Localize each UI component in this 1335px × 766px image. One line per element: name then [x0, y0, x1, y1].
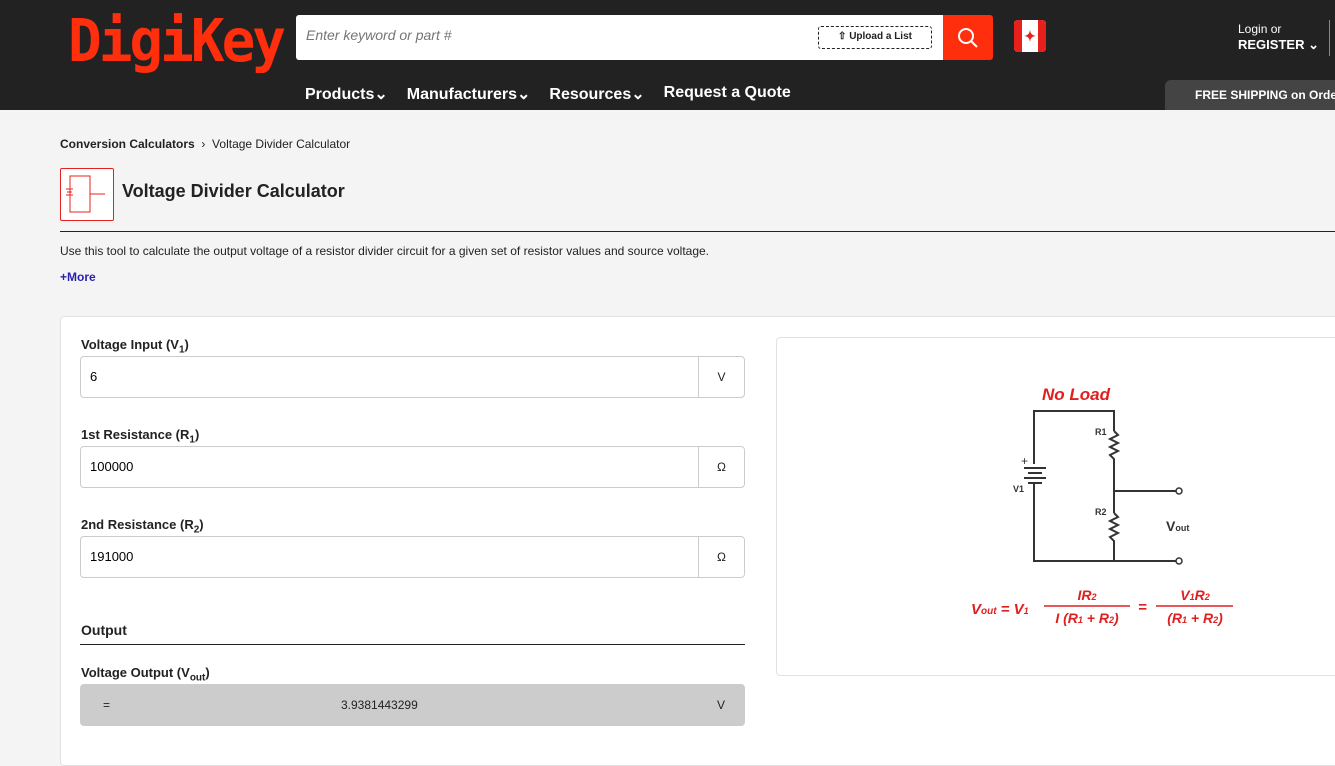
output-heading: Output: [81, 622, 127, 638]
svg-text:R1: R1: [1095, 427, 1107, 437]
nav-manufacturers[interactable]: Manufacturers⌄: [407, 84, 531, 104]
free-shipping-banner[interactable]: FREE SHIPPING on Orders: [1165, 80, 1335, 110]
breadcrumb: Conversion Calculators › Voltage Divider…: [60, 137, 351, 151]
search-input[interactable]: [306, 27, 806, 43]
digikey-logo[interactable]: DigiKey: [68, 10, 286, 74]
upload-icon: ⇧: [838, 31, 850, 42]
vout-output: = 3.9381443299 V: [80, 684, 745, 726]
page-description: Use this tool to calculate the output vo…: [60, 244, 710, 258]
voltage-input[interactable]: [90, 369, 670, 384]
breadcrumb-current: Voltage Divider Calculator: [212, 137, 351, 151]
r2-input[interactable]: [90, 549, 670, 564]
nav-products[interactable]: Products⌄: [305, 84, 388, 104]
chevron-down-icon: ⌄: [1304, 37, 1319, 52]
nav-request-quote[interactable]: Request a Quote: [664, 84, 791, 104]
svg-text:V1: V1: [1013, 484, 1024, 494]
unit-label: Ω: [698, 447, 744, 487]
svg-text:V1R2: V1R2: [1180, 587, 1210, 603]
svg-text:I (R1 + R2): I (R1 + R2): [1055, 610, 1119, 626]
voltage-input-label: Voltage Input (V1): [81, 337, 189, 356]
svg-text:(R1 + R2): (R1 + R2): [1167, 610, 1223, 626]
upload-list-button[interactable]: ⇧ Upload a List: [818, 26, 932, 49]
vout-label: Voltage Output (Vout): [81, 665, 210, 684]
r1-label: 1st Resistance (R1): [81, 427, 200, 446]
svg-text:Vout = V1: Vout = V1: [971, 601, 1029, 618]
svg-text:Vout: Vout: [1166, 518, 1189, 534]
r1-input[interactable]: [90, 459, 670, 474]
canada-flag-icon[interactable]: ✦: [1014, 20, 1046, 52]
nav-resources[interactable]: Resources⌄: [549, 84, 644, 104]
svg-text:=: =: [1138, 599, 1147, 616]
account-menu[interactable]: Login or REGISTER ⌄: [1238, 22, 1319, 53]
svg-text:+: +: [1021, 454, 1028, 468]
svg-text:R2: R2: [1095, 507, 1107, 517]
r1-field: Ω: [80, 446, 745, 488]
no-load-title: No Load: [1042, 385, 1111, 404]
more-link[interactable]: +More: [60, 270, 96, 284]
svg-text:IR2: IR2: [1077, 587, 1096, 603]
r2-field: Ω: [80, 536, 745, 578]
search-box: ⇧ Upload a List: [296, 15, 943, 60]
vout-value: 3.9381443299: [341, 698, 418, 712]
circuit-diagram: No Load + R1 R2 V1 Vout Vout = V1 IR2 I …: [776, 337, 1335, 676]
voltage-divider-icon: [60, 168, 114, 221]
main-nav: Products⌄ Manufacturers⌄ Resources⌄ Requ…: [305, 84, 791, 104]
search-icon: [958, 27, 978, 48]
voltage-input-field: V: [80, 356, 745, 398]
page-title: Voltage Divider Calculator: [122, 181, 345, 201]
search-button[interactable]: [943, 15, 993, 60]
unit-label: Ω: [698, 537, 744, 577]
unit-label: V: [698, 357, 744, 397]
formula: Vout = V1 IR2 I (R1 + R2) = V1R2 (R1 + R…: [971, 587, 1233, 626]
breadcrumb-parent[interactable]: Conversion Calculators: [60, 137, 195, 151]
r2-label: 2nd Resistance (R2): [81, 517, 204, 536]
header: DigiKey ⇧ Upload a List ✦ Login orREGIST…: [0, 0, 1335, 110]
